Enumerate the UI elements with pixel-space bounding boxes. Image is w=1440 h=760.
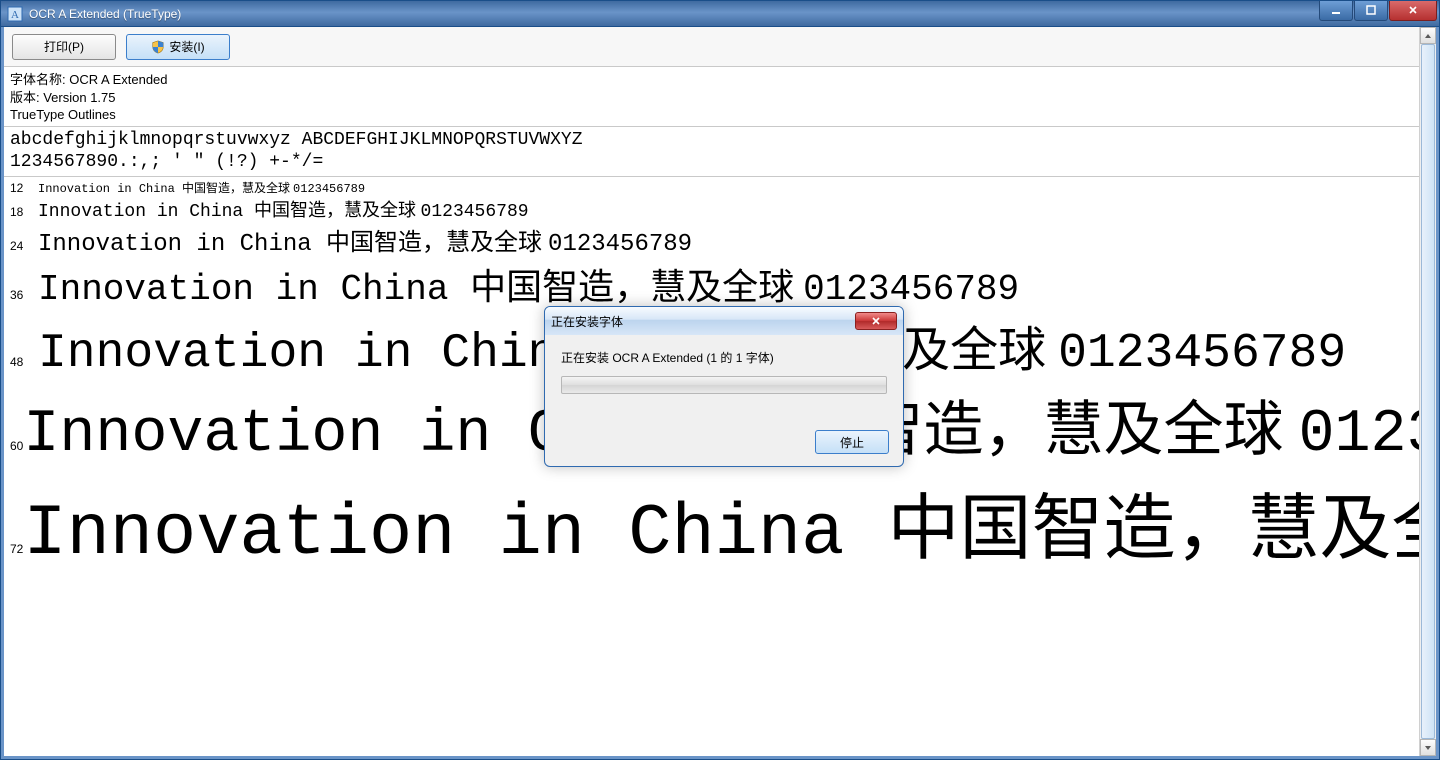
toolbar: 打印(P) 安装(I) xyxy=(4,27,1436,67)
dialog-button-row: 停止 xyxy=(545,402,903,466)
font-version-line: 版本: Version 1.75 xyxy=(10,89,1430,107)
progress-bar xyxy=(561,376,887,394)
window-title: OCR A Extended (TrueType) xyxy=(29,7,1318,21)
sample-row-24: 24Innovation in China 中国智造，慧及全球 01234567… xyxy=(10,222,1430,258)
close-button[interactable] xyxy=(1389,1,1437,21)
dialog-close-button[interactable] xyxy=(855,312,897,330)
font-name-line: 字体名称: OCR A Extended xyxy=(10,71,1430,89)
sample-text: Innovation in China 中国智造，慧及全球 0123456789 xyxy=(38,179,365,196)
glyph-row-alpha: abcdefghijklmnopqrstuvwxyz ABCDEFGHIJKLM… xyxy=(10,129,1430,152)
uac-shield-icon xyxy=(151,40,165,54)
sample-text: Innovation in China 中国智造，慧及全球 0123456789 xyxy=(38,258,1019,310)
sample-row-36: 36Innovation in China 中国智造，慧及全球 01234567… xyxy=(10,258,1430,310)
sample-row-72: 72Innovation in China 中国智造，慧及全球 01234567… xyxy=(10,469,1430,575)
dialog-title: 正在安装字体 xyxy=(551,313,855,330)
vertical-scrollbar[interactable] xyxy=(1419,27,1436,756)
sample-row-18: 18Innovation in China 中国智造，慧及全球 01234567… xyxy=(10,196,1430,222)
dialog-titlebar[interactable]: 正在安装字体 xyxy=(545,307,903,335)
titlebar[interactable]: A OCR A Extended (TrueType) xyxy=(1,1,1439,27)
stop-button-label: 停止 xyxy=(840,434,864,451)
glyph-sample: abcdefghijklmnopqrstuvwxyz ABCDEFGHIJKLM… xyxy=(4,127,1436,177)
dialog-body: 正在安装 OCR A Extended (1 的 1 字体) xyxy=(545,335,903,402)
client-area: 打印(P) 安装(I) 字体名称: OCR A Extended 版本: Ver… xyxy=(1,27,1439,759)
sample-size-label: 72 xyxy=(10,542,23,556)
sample-text: Innovation in China 中国智造，慧及全球 0123456789 xyxy=(38,196,529,222)
font-app-icon: A xyxy=(7,6,23,22)
install-progress-dialog: 正在安装字体 正在安装 OCR A Extended (1 的 1 字体) 停止 xyxy=(544,306,904,467)
sample-size-label: 24 xyxy=(10,239,38,253)
sample-size-label: 36 xyxy=(10,288,38,302)
print-button[interactable]: 打印(P) xyxy=(12,34,116,60)
sample-size-label: 60 xyxy=(10,439,23,453)
scroll-thumb[interactable] xyxy=(1421,44,1435,739)
maximize-button[interactable] xyxy=(1354,1,1388,21)
scroll-down-button[interactable] xyxy=(1420,739,1436,756)
svg-text:A: A xyxy=(11,9,19,21)
print-button-label: 打印(P) xyxy=(44,38,84,55)
font-outline-line: TrueType Outlines xyxy=(10,106,1430,124)
sample-text: Innovation in China 中国智造，慧及全球 0123456789 xyxy=(23,469,1436,575)
glyph-row-digits: 1234567890.:,; ' " (!?) +-*/= xyxy=(10,151,1430,174)
sample-size-label: 12 xyxy=(10,181,38,195)
stop-button[interactable]: 停止 xyxy=(815,430,889,454)
sample-row-12: 12Innovation in China 中国智造，慧及全球 01234567… xyxy=(10,179,1430,196)
scroll-up-button[interactable] xyxy=(1420,27,1436,44)
dialog-message: 正在安装 OCR A Extended (1 的 1 字体) xyxy=(561,349,887,366)
sample-size-label: 18 xyxy=(10,205,38,219)
install-button-label: 安装(I) xyxy=(169,38,204,55)
font-viewer-window: A OCR A Extended (TrueType) 打印(P) 安装(I) … xyxy=(0,0,1440,760)
font-meta: 字体名称: OCR A Extended 版本: Version 1.75 Tr… xyxy=(4,67,1436,127)
sample-size-label: 48 xyxy=(10,355,38,369)
minimize-button[interactable] xyxy=(1319,1,1353,21)
sample-text: Innovation in China 中国智造，慧及全球 0123456789 xyxy=(38,222,692,258)
install-button[interactable]: 安装(I) xyxy=(126,34,230,60)
scroll-track[interactable] xyxy=(1420,44,1436,739)
window-buttons xyxy=(1318,1,1437,21)
